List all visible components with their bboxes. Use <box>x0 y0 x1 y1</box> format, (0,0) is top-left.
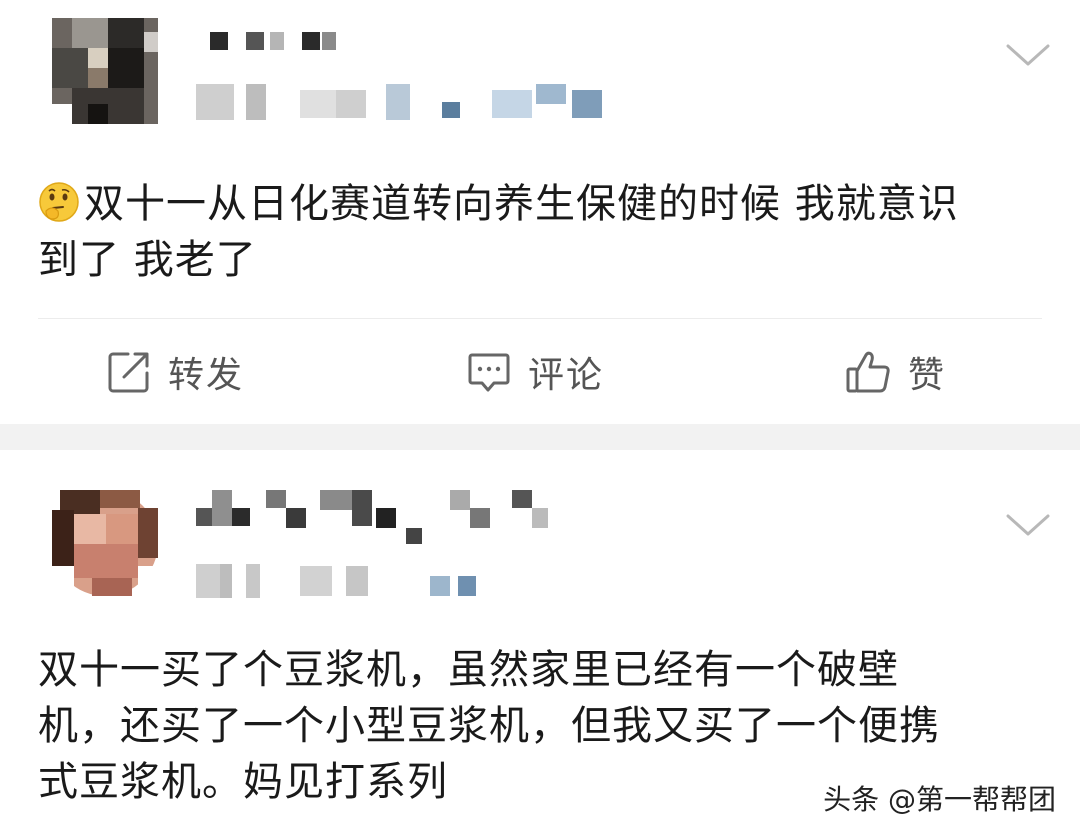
thumbs-up-icon <box>846 351 890 393</box>
post-meta-blurred <box>196 564 506 604</box>
post-body-line-2: 到了 我老了 <box>38 237 257 283</box>
post-body-line-2: 机，还买了一个小型豆浆机，但我又买了一个便携 <box>38 703 940 749</box>
watermark: 头条 @第一帮帮团 <box>823 783 1056 816</box>
post-body-line: 双十一从日化赛道转向养生保健的时候 我就意识 <box>38 176 959 232</box>
avatar-blurred[interactable] <box>52 490 158 596</box>
like-button[interactable]: 赞 <box>844 344 946 400</box>
share-edit-icon <box>108 352 149 393</box>
comment-label: 评论 <box>528 355 605 396</box>
post-body-line-1: 双十一买了个豆浆机，虽然家里已经有一个破壁 <box>38 647 899 693</box>
post-body: 双十一买了个豆浆机，虽然家里已经有一个破壁 机，还买了一个小型豆浆机，但我又买了… <box>38 642 940 810</box>
post-separator <box>0 424 1080 450</box>
avatar-blurred[interactable] <box>52 18 158 124</box>
username-blurred[interactable] <box>196 490 576 546</box>
post-body: 双十一从日化赛道转向养生保健的时候 我就意识 到了 我老了 <box>38 176 959 288</box>
divider <box>38 318 1042 319</box>
comment-bubble-icon <box>468 353 510 392</box>
post-body-line-3: 式豆浆机。妈见打系列 <box>38 759 448 805</box>
comment-button[interactable]: 评论 <box>466 344 604 400</box>
thinking-face-icon <box>39 182 79 222</box>
like-label: 赞 <box>908 355 947 396</box>
repost-label: 转发 <box>168 355 245 396</box>
post-card-1: 双十一从日化赛道转向养生保健的时候 我就意识 到了 我老了 转发 评论 赞 <box>0 0 1080 424</box>
username-blurred[interactable] <box>210 30 350 52</box>
chevron-down-icon[interactable] <box>1004 512 1052 540</box>
repost-button[interactable]: 转发 <box>106 344 244 400</box>
post-body-line-1: 双十一从日化赛道转向养生保健的时候 我就意识 <box>84 181 959 227</box>
post-meta-blurred <box>196 84 606 120</box>
chevron-down-icon[interactable] <box>1004 42 1052 70</box>
